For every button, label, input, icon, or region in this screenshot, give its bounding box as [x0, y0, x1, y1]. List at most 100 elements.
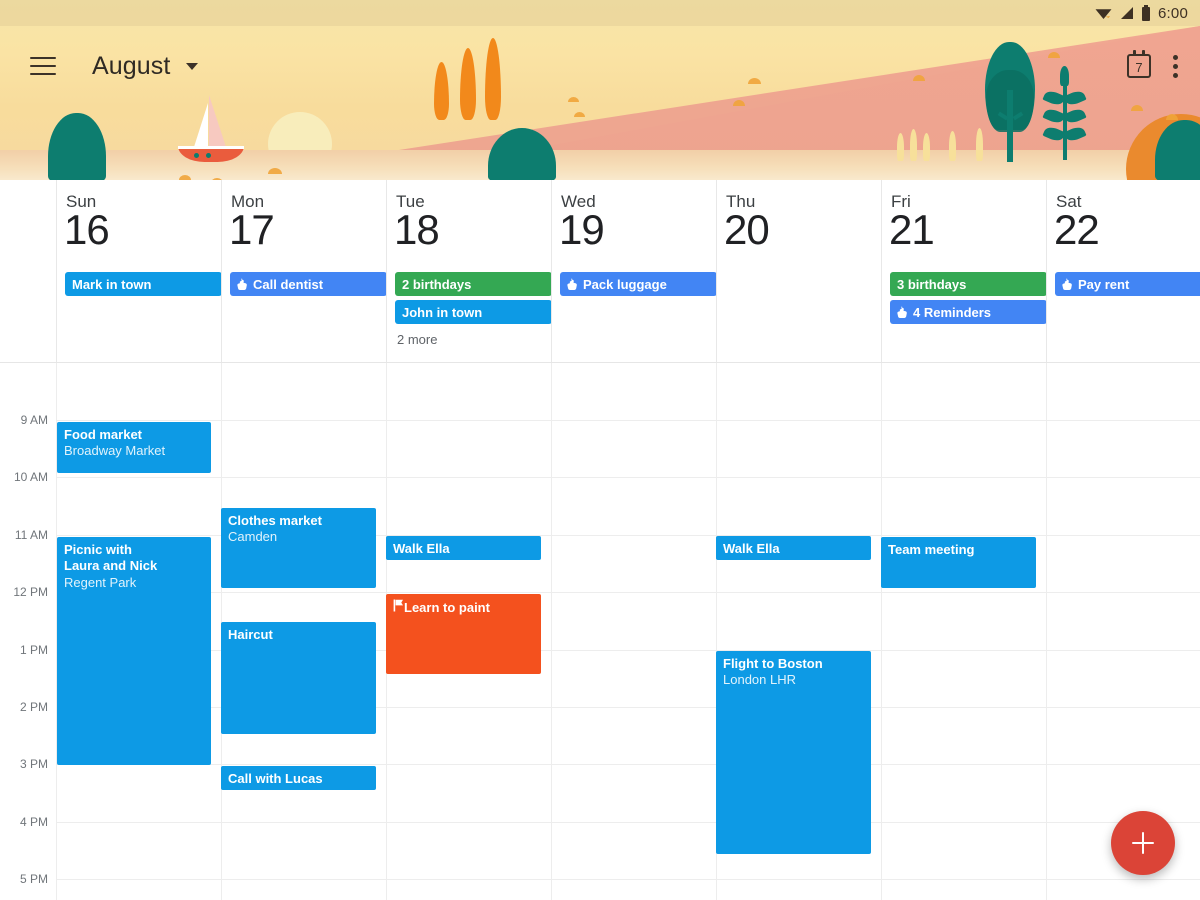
all-day-event-chip[interactable]: 4 Reminders [890, 300, 1047, 324]
status-bar: 6:00 [0, 0, 1200, 26]
chip-label: Pay rent [1078, 276, 1130, 292]
hour-gridline [56, 477, 1200, 479]
month-title-dropdown[interactable]: August [92, 52, 199, 81]
day-number[interactable]: 19 [559, 209, 605, 251]
chip-label: 3 birthdays [897, 276, 967, 292]
all-day-event-chip[interactable]: 3 birthdays [890, 272, 1047, 296]
day-number[interactable]: 16 [64, 209, 110, 251]
time-label: 10 AM [13, 470, 48, 485]
all-day-event-chip[interactable]: Pay rent [1055, 272, 1200, 296]
day-gridline [881, 363, 882, 900]
day-gridline [551, 363, 552, 900]
day-number[interactable]: 17 [229, 209, 275, 251]
day-number[interactable]: 21 [889, 209, 935, 251]
event-title: Walk Ella [723, 541, 780, 556]
event-title: Clothes market [228, 513, 322, 528]
all-day-event-chip[interactable]: 2 birthdays [395, 272, 552, 296]
calendar-event[interactable]: Walk Ella [386, 536, 541, 560]
day-column-sat[interactable]: Sat 22 Pay rent [1046, 180, 1200, 362]
day-number[interactable]: 22 [1054, 209, 1100, 251]
cell-signal-icon [1121, 7, 1133, 19]
week-day-header: Sun 16 Mark in town Mon 17 Call dentist Tue 18 2… [0, 180, 1200, 363]
day-column-tue[interactable]: Tue 18 2 birthdays John in town 2 more [386, 180, 552, 362]
hour-gridline [56, 821, 1200, 823]
more-events-link[interactable]: 2 more [395, 328, 552, 347]
all-day-chip-list: Call dentist [230, 272, 387, 300]
petal-icon [574, 112, 585, 117]
all-day-chip-list: 3 birthdays 4 Reminders [890, 272, 1047, 328]
calendar-event[interactable]: Learn to paint [386, 594, 541, 674]
all-day-event-chip[interactable]: Mark in town [65, 272, 222, 296]
event-title: Call with Lucas [228, 771, 323, 786]
event-title: Learn to paint [393, 599, 534, 616]
sailboat-icon [178, 95, 250, 162]
calendar-event[interactable]: Call with Lucas [221, 766, 376, 790]
day-column-mon[interactable]: Mon 17 Call dentist [221, 180, 387, 362]
calendar-event[interactable]: Team meeting [881, 537, 1036, 588]
time-label: 12 PM [13, 585, 48, 600]
today-date-number: 7 [1135, 59, 1143, 75]
calendar-event[interactable]: Haircut [221, 622, 376, 734]
reminder-icon [567, 277, 578, 291]
calendar-event[interactable]: Flight to Boston London LHR [716, 651, 871, 854]
time-label: 1 PM [19, 642, 48, 657]
event-title: Haircut [228, 627, 273, 642]
event-title-line2: Laura and Nick [64, 558, 158, 574]
all-day-chip-list: 2 birthdays John in town 2 more [395, 272, 552, 347]
chip-label: 2 birthdays [402, 276, 472, 292]
all-day-chip-list: Pay rent [1055, 272, 1200, 300]
time-label: 2 PM [19, 700, 48, 714]
calendar-event[interactable]: Picnic with Laura and Nick Regent Park [57, 537, 211, 765]
day-column-fri[interactable]: Fri 21 3 birthdays 4 Reminders [881, 180, 1047, 362]
reed-icon [923, 133, 930, 161]
hour-gridline [56, 420, 1200, 421]
goal-flag-icon [393, 599, 404, 615]
hour-gridline [56, 592, 1200, 594]
all-day-event-chip[interactable]: John in town [395, 300, 552, 324]
wifi-icon [1095, 9, 1112, 19]
reminder-icon [237, 277, 248, 291]
day-column-wed[interactable]: Wed 19 Pack luggage [551, 180, 717, 362]
chip-label: 4 Reminders [913, 304, 992, 320]
event-title: Walk Ella [393, 541, 450, 556]
reed-icon [910, 129, 917, 161]
event-location: Broadway Market [64, 443, 166, 459]
time-gutter-header [0, 180, 56, 362]
menu-icon[interactable] [30, 57, 56, 75]
day-column-sun[interactable]: Sun 16 Mark in town [56, 180, 222, 362]
bush-icon [48, 113, 106, 180]
today-calendar-icon[interactable]: 7 [1127, 50, 1151, 78]
time-label: 11 AM [14, 527, 48, 542]
time-label: 3 PM [19, 757, 48, 772]
event-location: London LHR [723, 672, 796, 688]
event-location: Regent Park [64, 574, 137, 590]
chevron-down-icon [186, 63, 199, 71]
petal-icon [268, 168, 282, 174]
day-number[interactable]: 20 [724, 209, 770, 251]
all-day-event-chip[interactable]: Call dentist [230, 272, 387, 296]
day-number[interactable]: 18 [394, 209, 440, 251]
time-label: 5 PM [19, 872, 48, 887]
create-event-fab[interactable] [1111, 811, 1175, 875]
overflow-menu-icon[interactable] [1173, 54, 1178, 78]
event-title: Flight to Boston [723, 656, 823, 671]
event-title: Team meeting [888, 542, 975, 557]
day-column-thu[interactable]: Thu 20 [716, 180, 881, 362]
petal-icon [179, 175, 191, 180]
chip-label: John in town [402, 304, 483, 320]
calendar-event[interactable]: Clothes market Camden [221, 508, 376, 588]
calendar-event[interactable]: Walk Ella [716, 536, 871, 560]
time-grid[interactable]: 9 AM 10 AM 11 AM 12 PM 1 PM 2 PM 3 PM 4 PM 5 PM … [0, 363, 1200, 900]
reminder-icon [897, 305, 908, 319]
reminder-icon [1062, 277, 1073, 291]
time-label: 4 PM [19, 814, 48, 829]
hour-gridline [56, 879, 1200, 881]
calendar-event[interactable]: Food market Broadway Market [57, 422, 211, 473]
reed-icon [976, 128, 983, 161]
all-day-chip-list: Mark in town [65, 272, 222, 300]
time-label: 9 AM [20, 413, 48, 427]
all-day-event-chip[interactable]: Pack luggage [560, 272, 717, 296]
day-gridline [1046, 363, 1047, 900]
reed-icon [897, 133, 904, 161]
event-title: Food market [64, 427, 143, 442]
